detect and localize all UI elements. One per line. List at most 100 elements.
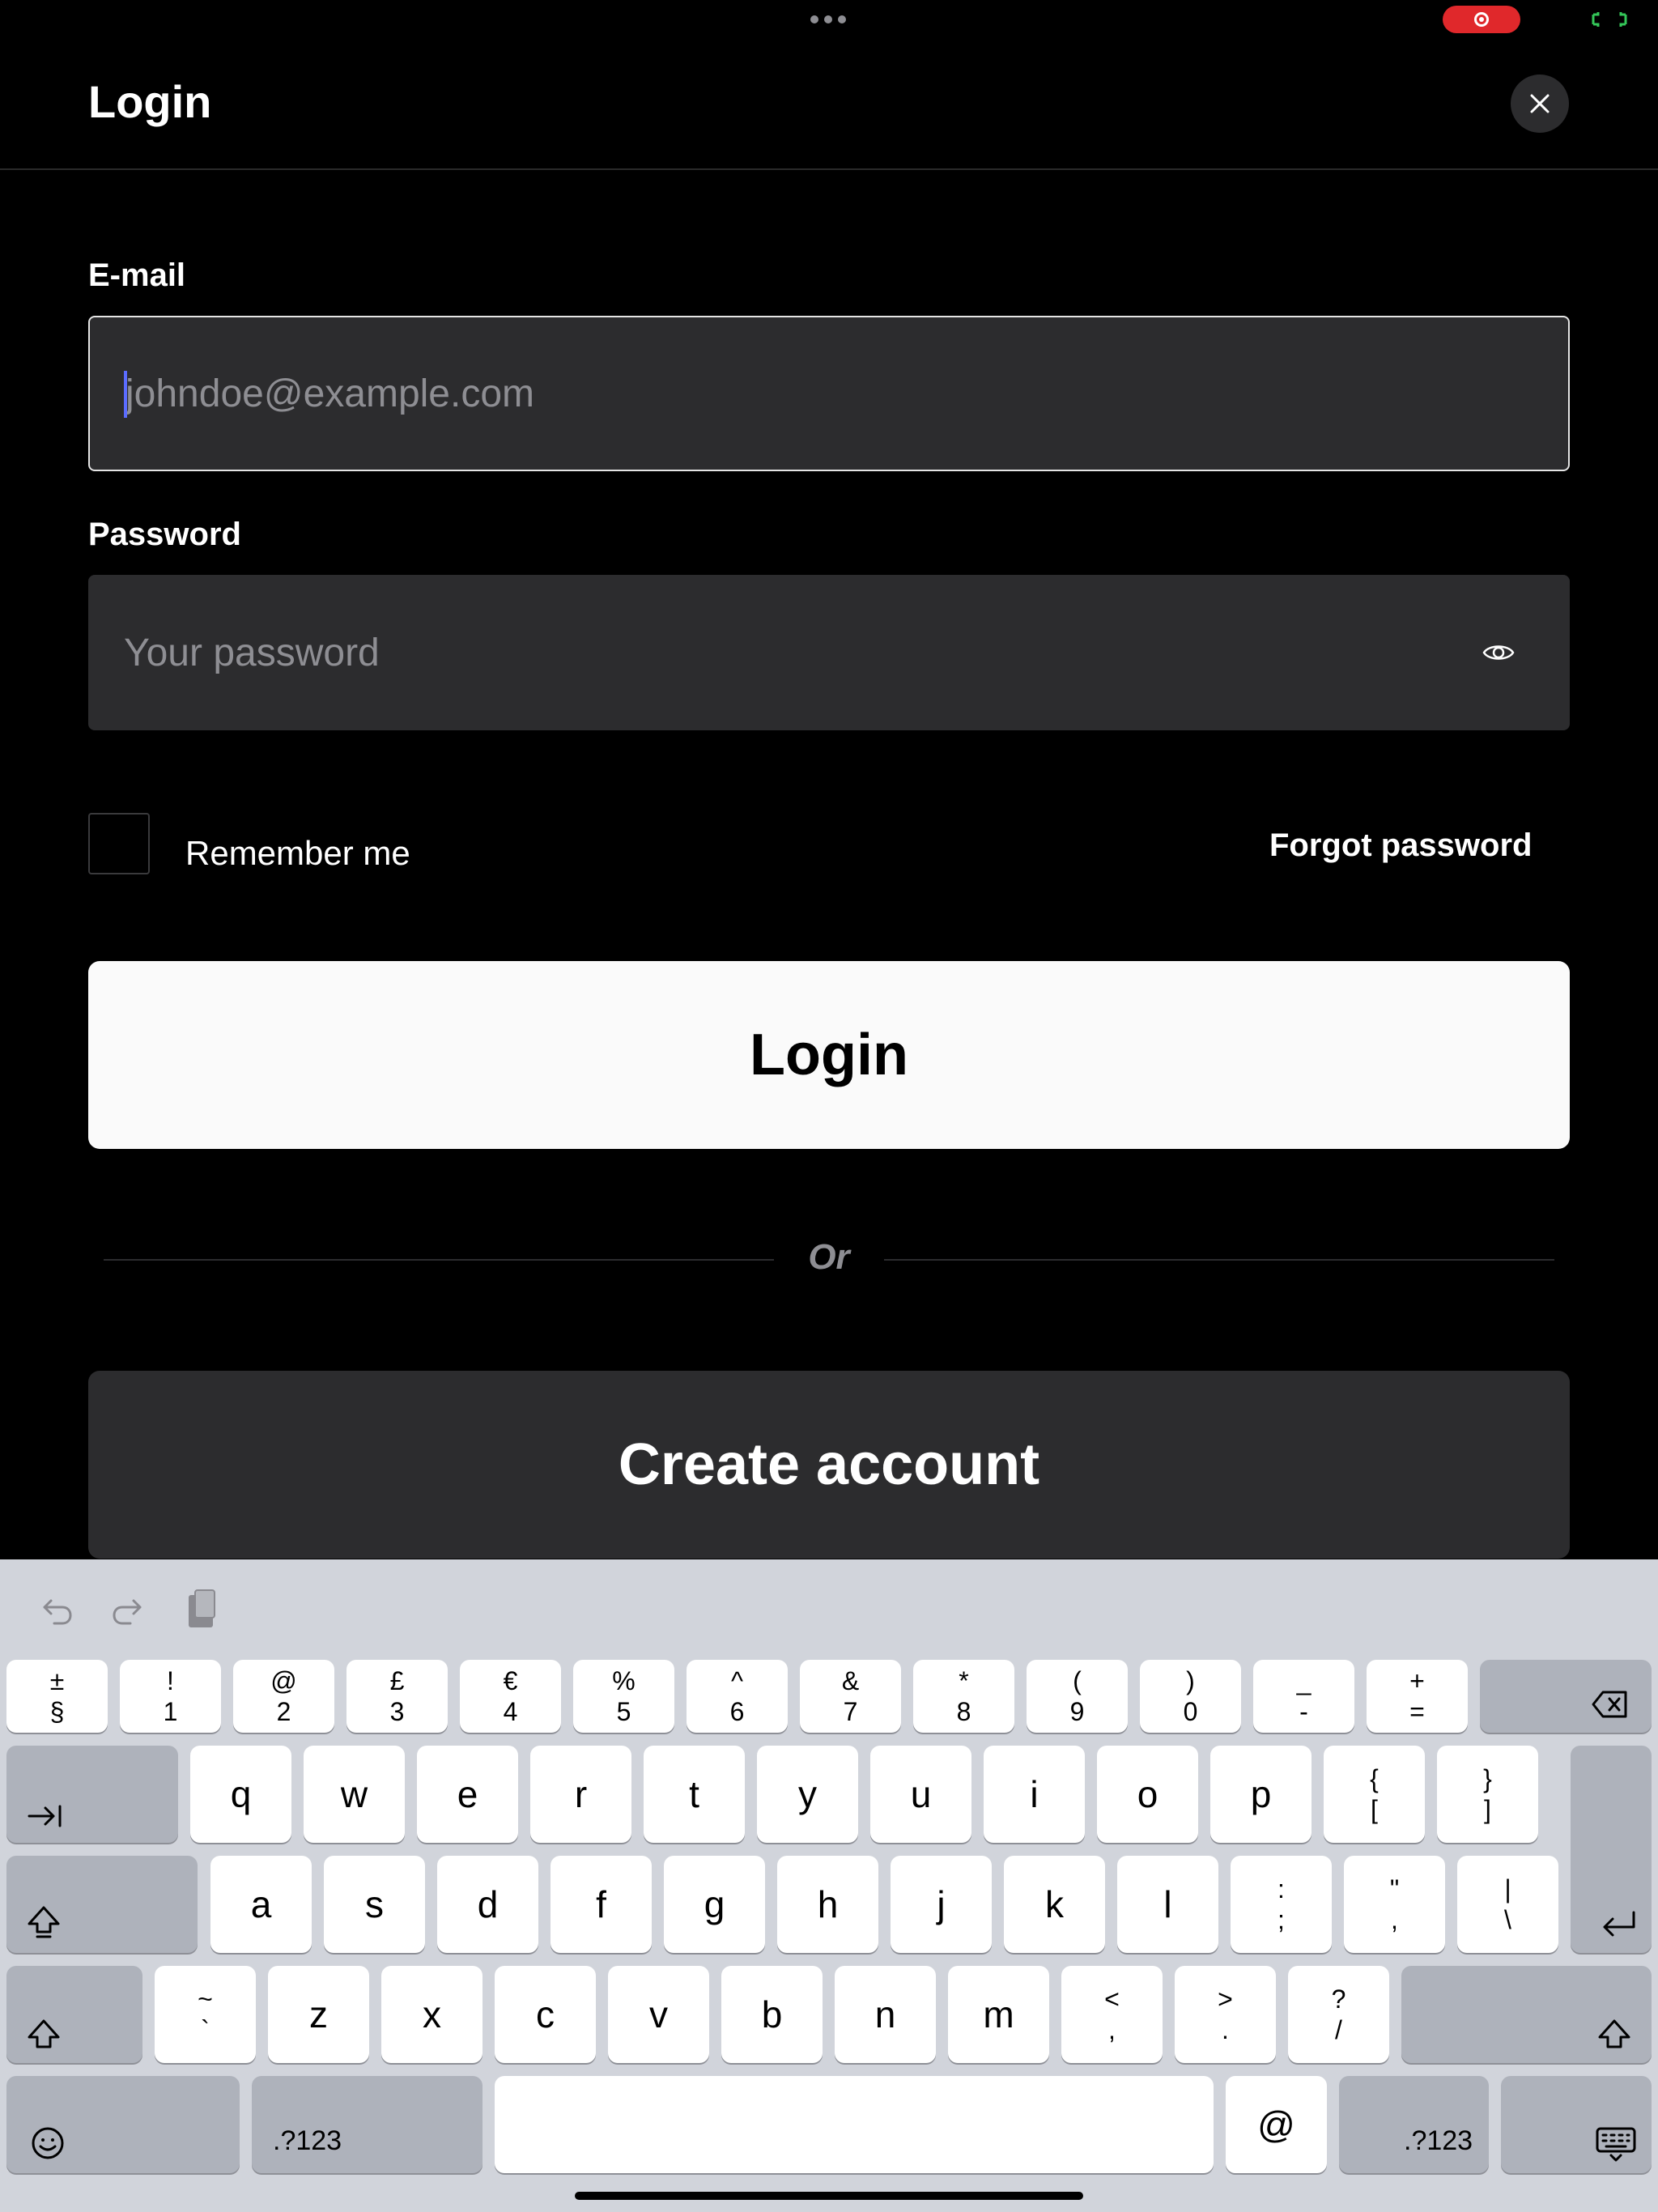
forgot-password-link[interactable]: Forgot password [1269,827,1532,864]
expand-icon[interactable] [1592,11,1627,28]
key-label: <, [1104,1984,1120,2044]
return-key[interactable] [1571,1746,1652,1953]
key-=[interactable]: + = [1367,1660,1468,1733]
key-i[interactable]: i [984,1746,1085,1843]
record-icon [1474,12,1489,27]
text-caret [124,371,127,418]
key-s[interactable]: s [324,1856,425,1953]
shift-right-key[interactable] [1401,1966,1652,2063]
create-account-button[interactable]: Create account [88,1371,1570,1559]
key-o[interactable]: o [1097,1746,1198,1843]
key-period[interactable]: >. [1175,1966,1276,2063]
key-0[interactable]: ) 0 [1140,1660,1241,1733]
tab-key[interactable] [6,1746,178,1843]
numbers-key-left[interactable]: .?123 [252,2076,483,2173]
key-u[interactable]: u [870,1746,971,1843]
eye-icon [1482,645,1515,660]
key-label: n [874,1993,896,2035]
key-label: {[ [1370,1764,1379,1824]
paste-icon[interactable] [183,1587,222,1632]
delete-key[interactable] [1480,1660,1652,1733]
key-a[interactable]: a [210,1856,312,1953]
key-label: :; [1278,1874,1285,1934]
shift-left-key[interactable] [6,1966,142,2063]
key-w[interactable]: w [304,1746,405,1843]
key-§[interactable]: ± § [6,1660,108,1733]
key-x[interactable]: x [381,1966,483,2063]
login-button[interactable]: Login [88,961,1570,1149]
undo-icon[interactable] [37,1587,76,1632]
key-j[interactable]: j [891,1856,992,1953]
key-label: y [798,1773,817,1815]
key-label: d [477,1883,499,1925]
key-at[interactable]: @ [1226,2076,1327,2173]
key-y[interactable]: y [757,1746,858,1843]
home-indicator[interactable] [575,2192,1083,2200]
key-1[interactable]: ! 1 [120,1660,221,1733]
email-input[interactable] [88,316,1570,471]
key-backtick[interactable]: ~ ` [155,1966,256,2063]
key-][interactable]: }] [1437,1746,1538,1843]
key-label: c [536,1993,555,2035]
emoji-key[interactable] [6,2076,240,2173]
key-4[interactable]: €4 [460,1660,561,1733]
key-d[interactable]: d [437,1856,538,1953]
key-5[interactable]: % 5 [573,1660,674,1733]
key-l[interactable]: l [1117,1856,1218,1953]
redo-icon[interactable] [108,1587,147,1632]
key-h[interactable]: h [777,1856,878,1953]
key--[interactable]: _ - [1253,1660,1354,1733]
divider-left [104,1259,774,1261]
key-label: + = [1409,1666,1425,1726]
screen-recording-indicator[interactable] [1443,6,1520,33]
key-2[interactable]: @2 [233,1660,334,1733]
key-t[interactable]: t [644,1746,745,1843]
multitasking-dots-icon[interactable] [808,11,848,28]
key-label: r [574,1773,588,1815]
remember-me-checkbox[interactable] [88,813,150,874]
key-f[interactable]: f [551,1856,652,1953]
password-input[interactable] [88,575,1570,730]
key-q[interactable]: q [190,1746,291,1843]
key-k[interactable]: k [1004,1856,1105,1953]
key-6[interactable]: ^ 6 [687,1660,788,1733]
key-9[interactable]: (9 [1027,1660,1128,1733]
key-label: ^ 6 [729,1666,745,1726]
key-m[interactable]: m [948,1966,1049,2063]
key-quote[interactable]: ", [1344,1856,1445,1953]
caps-lock-key[interactable] [6,1856,198,1953]
key-label: s [365,1883,384,1925]
key-g[interactable]: g [664,1856,765,1953]
key-7[interactable]: & 7 [800,1660,901,1733]
shift-icon [28,2019,60,2048]
password-label: Password [88,517,241,552]
close-button[interactable] [1511,74,1569,133]
numbers-key-right[interactable]: .?123 [1339,2076,1489,2173]
key-v[interactable]: v [608,1966,709,2063]
key-c[interactable]: c [495,1966,596,2063]
dismiss-keyboard-key[interactable] [1501,2076,1652,2173]
key-slash[interactable]: ? / [1288,1966,1389,2063]
key-label: % 5 [612,1666,636,1726]
key-3[interactable]: £3 [346,1660,448,1733]
key-label: x [423,1993,441,2035]
key-e[interactable]: e [417,1746,518,1843]
key-label: t [689,1773,699,1815]
shift-icon [1598,2019,1630,2048]
space-key[interactable] [495,2076,1214,2173]
key-[[interactable]: {[ [1324,1746,1425,1843]
remember-me-label[interactable]: Remember me [185,834,410,873]
key-r[interactable]: r [530,1746,631,1843]
close-icon [1530,94,1550,113]
key-b[interactable]: b [721,1966,823,2063]
key-comma[interactable]: <, [1061,1966,1163,2063]
key-label: * 8 [956,1666,971,1726]
key-z[interactable]: z [268,1966,369,2063]
show-password-toggle[interactable] [1480,636,1517,669]
key-n[interactable]: n [835,1966,936,2063]
key-semicolon[interactable]: :; [1231,1856,1332,1953]
key-backslash[interactable]: | \ [1457,1856,1558,1953]
key-p[interactable]: p [1210,1746,1312,1843]
key-label: k [1045,1883,1064,1925]
key-8[interactable]: * 8 [913,1660,1014,1733]
